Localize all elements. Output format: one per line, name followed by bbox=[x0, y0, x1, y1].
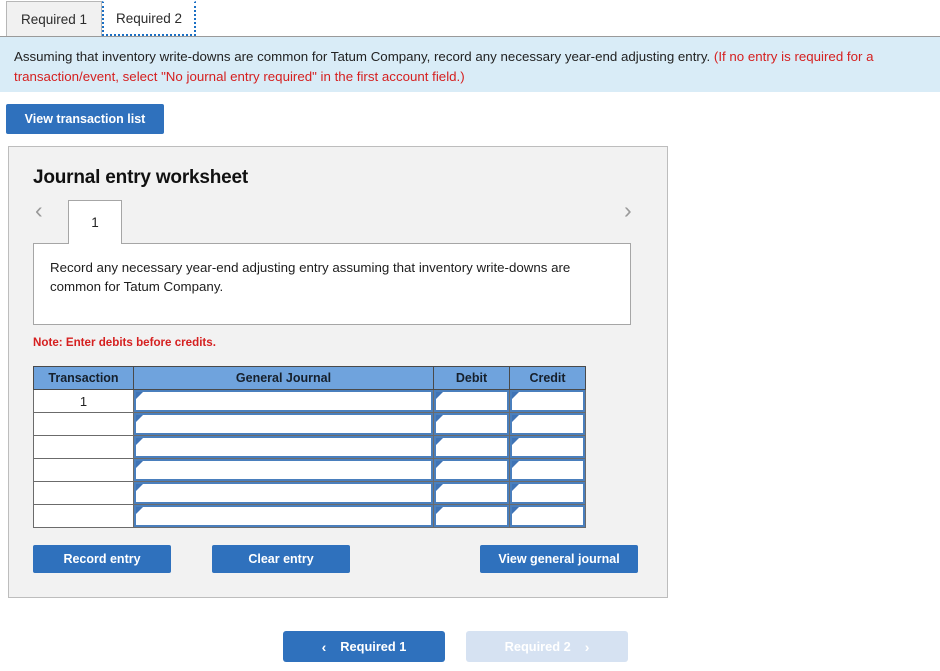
chevron-right-icon[interactable]: › bbox=[624, 199, 632, 222]
cell-general-journal[interactable] bbox=[133, 435, 434, 459]
cell-credit[interactable] bbox=[509, 435, 586, 459]
cell-debit[interactable] bbox=[433, 481, 510, 505]
column-header-general-journal: General Journal bbox=[133, 366, 434, 390]
cell-credit[interactable] bbox=[509, 389, 586, 413]
general-journal-select[interactable] bbox=[134, 390, 433, 412]
tab-bar: Required 1 Required 2 bbox=[0, 0, 940, 37]
entry-description-text: Record any necessary year-end adjusting … bbox=[50, 260, 571, 294]
view-transaction-list-label: View transaction list bbox=[24, 112, 146, 126]
credit-input[interactable] bbox=[510, 413, 585, 435]
general-journal-select[interactable] bbox=[134, 413, 433, 435]
journal-entry-worksheet-panel: Journal entry worksheet ‹ 1 › Record any… bbox=[8, 146, 668, 598]
instruction-banner: Assuming that inventory write-downs are … bbox=[0, 37, 940, 92]
general-journal-select[interactable] bbox=[134, 459, 433, 481]
table-row bbox=[33, 435, 586, 459]
debit-input[interactable] bbox=[434, 436, 509, 458]
debit-input[interactable] bbox=[434, 390, 509, 412]
cell-general-journal[interactable] bbox=[133, 412, 434, 436]
credit-input[interactable] bbox=[510, 482, 585, 504]
column-header-credit: Credit bbox=[509, 366, 586, 390]
cell-transaction bbox=[33, 458, 134, 482]
cell-debit[interactable] bbox=[433, 435, 510, 459]
worksheet-page-number: 1 bbox=[91, 215, 99, 230]
cell-credit[interactable] bbox=[509, 412, 586, 436]
general-journal-select[interactable] bbox=[134, 436, 433, 458]
table-row: 1 bbox=[33, 389, 586, 413]
previous-required-label: Required 1 bbox=[340, 639, 407, 654]
tab-required-1-label: Required 1 bbox=[20, 11, 88, 27]
table-row bbox=[33, 458, 586, 482]
debit-input[interactable] bbox=[434, 413, 509, 435]
cell-general-journal[interactable] bbox=[133, 481, 434, 505]
worksheet-page-tab-1[interactable]: 1 bbox=[68, 200, 122, 244]
cell-debit[interactable] bbox=[433, 504, 510, 528]
view-general-journal-label: View general journal bbox=[498, 552, 620, 566]
cell-credit[interactable] bbox=[509, 504, 586, 528]
tab-required-2-label: Required 2 bbox=[115, 10, 183, 26]
general-journal-select[interactable] bbox=[134, 505, 433, 527]
cell-general-journal[interactable] bbox=[133, 504, 434, 528]
table-row bbox=[33, 412, 586, 436]
cell-general-journal[interactable] bbox=[133, 389, 434, 413]
view-transaction-list-button[interactable]: View transaction list bbox=[6, 104, 164, 134]
credit-input[interactable] bbox=[510, 505, 585, 527]
record-entry-label: Record entry bbox=[63, 552, 141, 566]
debit-input[interactable] bbox=[434, 505, 509, 527]
chevron-left-icon: ‹ bbox=[321, 638, 327, 655]
cell-transaction bbox=[33, 412, 134, 436]
column-header-transaction: Transaction bbox=[33, 366, 134, 390]
page-title: Journal entry worksheet bbox=[33, 167, 249, 188]
credit-input[interactable] bbox=[510, 459, 585, 481]
record-entry-button[interactable]: Record entry bbox=[33, 545, 171, 573]
credit-input[interactable] bbox=[510, 390, 585, 412]
cell-debit[interactable] bbox=[433, 412, 510, 436]
cell-transaction bbox=[33, 504, 134, 528]
cell-transaction: 1 bbox=[33, 389, 134, 413]
column-header-debit: Debit bbox=[433, 366, 510, 390]
view-general-journal-button[interactable]: View general journal bbox=[480, 545, 638, 573]
journal-entry-table: Transaction General Journal Debit Credit… bbox=[33, 366, 586, 528]
clear-entry-button[interactable]: Clear entry bbox=[212, 545, 350, 573]
cell-general-journal[interactable] bbox=[133, 458, 434, 482]
clear-entry-label: Clear entry bbox=[248, 552, 314, 566]
debit-input[interactable] bbox=[434, 459, 509, 481]
table-header-row: Transaction General Journal Debit Credit bbox=[33, 366, 586, 390]
cell-transaction bbox=[33, 435, 134, 459]
cell-transaction bbox=[33, 481, 134, 505]
table-row bbox=[33, 504, 586, 528]
chevron-right-icon: › bbox=[584, 638, 590, 655]
cell-debit[interactable] bbox=[433, 458, 510, 482]
cell-credit[interactable] bbox=[509, 481, 586, 505]
next-required-button: Required 2 › bbox=[466, 631, 628, 662]
table-row bbox=[33, 481, 586, 505]
chevron-left-icon[interactable]: ‹ bbox=[35, 199, 43, 222]
cell-credit[interactable] bbox=[509, 458, 586, 482]
previous-required-button[interactable]: ‹ Required 1 bbox=[283, 631, 445, 662]
next-required-label: Required 2 bbox=[504, 639, 571, 654]
instruction-text: Assuming that inventory write-downs are … bbox=[14, 49, 711, 64]
general-journal-select[interactable] bbox=[134, 482, 433, 504]
entry-description-box: Record any necessary year-end adjusting … bbox=[33, 243, 631, 325]
tab-required-1[interactable]: Required 1 bbox=[6, 1, 102, 36]
debit-input[interactable] bbox=[434, 482, 509, 504]
credit-input[interactable] bbox=[510, 436, 585, 458]
cell-debit[interactable] bbox=[433, 389, 510, 413]
tab-required-2[interactable]: Required 2 bbox=[102, 1, 196, 36]
debits-before-credits-note: Note: Enter debits before credits. bbox=[33, 336, 216, 349]
